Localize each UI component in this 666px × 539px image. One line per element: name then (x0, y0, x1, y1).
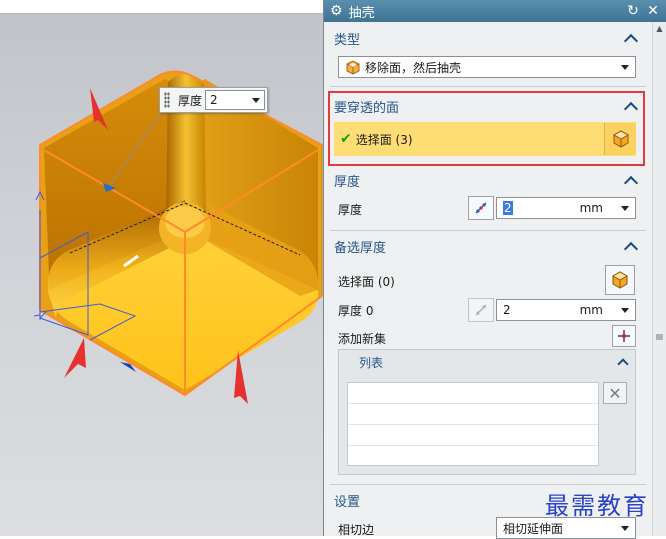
chevron-down-icon (252, 97, 261, 103)
gear-icon[interactable]: ⚙ (330, 3, 343, 19)
chevron-down-icon (621, 525, 629, 531)
alt-face-selector-button[interactable] (605, 265, 635, 295)
cube-icon (612, 130, 629, 148)
alt-thickness-label: 厚度 0 (338, 304, 374, 318)
list-item[interactable] (348, 383, 598, 404)
list-body[interactable] (347, 382, 599, 467)
section-faces-header[interactable]: 要穿透的面 (334, 96, 642, 116)
dialog-titlebar[interactable]: ⚙ 抽壳 ↻ ✕ (324, 0, 666, 22)
face-selector-button[interactable] (604, 123, 636, 155)
collapse-chevron-icon[interactable] (623, 101, 639, 116)
delete-x-icon: ✕ (608, 383, 622, 403)
close-icon[interactable]: ✕ (645, 3, 661, 19)
reverse-direction-icon (475, 202, 487, 214)
section-alt-thickness-title: 备选厚度 (334, 240, 387, 256)
alt-thickness-input[interactable]: 2 mm (496, 299, 636, 321)
thickness-label: 厚度 (338, 203, 363, 217)
shell-model-scene[interactable] (0, 0, 323, 536)
section-alt-thickness-header[interactable]: 备选厚度 (334, 236, 642, 256)
list-item[interactable] (348, 404, 598, 425)
cube-icon (611, 271, 629, 289)
add-new-set-label: 添加新集 (338, 332, 387, 346)
collapse-chevron-icon[interactable] (623, 175, 639, 190)
chevron-down-icon (621, 307, 629, 313)
shell-dialog: ⚙ 抽壳 ↻ ✕ 类型 移除面，然后抽壳 要穿透的面 ✔ 选择面 (3) 厚度 … (323, 0, 666, 539)
list-header[interactable]: 列表 (339, 350, 635, 374)
type-dropdown[interactable]: 移除面，然后抽壳 (338, 56, 636, 78)
alt-select-face-label: 选择面 (0) (338, 275, 395, 289)
dialog-scrollbar[interactable]: ▲ (652, 22, 666, 536)
section-type-header[interactable]: 类型 (334, 28, 642, 48)
list-item[interactable] (348, 446, 598, 467)
delete-item-button[interactable]: ✕ (603, 382, 627, 404)
divider (330, 230, 646, 231)
reverse-direction-button[interactable] (468, 196, 494, 220)
popup-thickness-value: 2 (210, 93, 218, 107)
section-thickness-title: 厚度 (334, 174, 361, 190)
reset-icon[interactable]: ↻ (625, 3, 641, 19)
collapse-chevron-icon[interactable] (623, 33, 639, 48)
section-type-title: 类型 (334, 32, 361, 48)
collapse-chevron-icon[interactable] (623, 241, 639, 256)
shell-type-icon (346, 60, 360, 75)
watermark-text: 最需教育 (545, 492, 649, 520)
add-set-icon (618, 330, 630, 342)
alt-reverse-direction-button[interactable] (468, 298, 494, 322)
thickness-value: 2 (503, 201, 513, 215)
section-faces-title: 要穿透的面 (334, 100, 400, 116)
scrollbar-thumb[interactable] (656, 322, 663, 352)
tangent-edge-label: 相切边 (338, 523, 375, 537)
type-selected-value: 移除面，然后抽壳 (365, 60, 462, 75)
chevron-down-icon (621, 64, 629, 70)
collapse-chevron-icon[interactable] (617, 358, 629, 370)
divider (330, 484, 646, 485)
list-title: 列表 (359, 355, 384, 370)
thickness-onscreen-input[interactable]: 厚度 2 (159, 87, 268, 113)
graphics-viewport[interactable]: 厚度 2 (0, 0, 323, 536)
scroll-up-arrow-icon[interactable]: ▲ (653, 22, 666, 36)
list-item[interactable] (348, 425, 598, 446)
chevron-down-icon (621, 205, 629, 211)
popup-thickness-dropdown[interactable]: 2 (205, 90, 266, 110)
thickness-unit: mm (579, 201, 603, 215)
section-settings-title: 设置 (334, 494, 361, 510)
alt-thickness-list-panel: 列表 ✕ (338, 349, 636, 475)
thickness-input[interactable]: 2 mm (496, 197, 636, 219)
alt-thickness-value: 2 (503, 303, 511, 317)
reverse-direction-icon (475, 304, 487, 316)
tangent-edge-value: 相切延伸面 (503, 521, 564, 536)
select-face-row[interactable]: ✔ 选择面 (3) (334, 122, 636, 156)
popup-thickness-label: 厚度 (178, 93, 203, 108)
add-new-set-button[interactable] (612, 325, 636, 347)
divider (330, 86, 646, 87)
select-face-label: 选择面 (3) (355, 132, 413, 147)
drag-grip-icon[interactable] (164, 92, 170, 108)
scrollbar-grip-icon (656, 334, 663, 340)
check-icon: ✔ (340, 131, 352, 147)
dialog-title: 抽壳 (348, 5, 375, 21)
alt-thickness-unit: mm (579, 303, 603, 317)
section-thickness-header[interactable]: 厚度 (334, 170, 642, 190)
